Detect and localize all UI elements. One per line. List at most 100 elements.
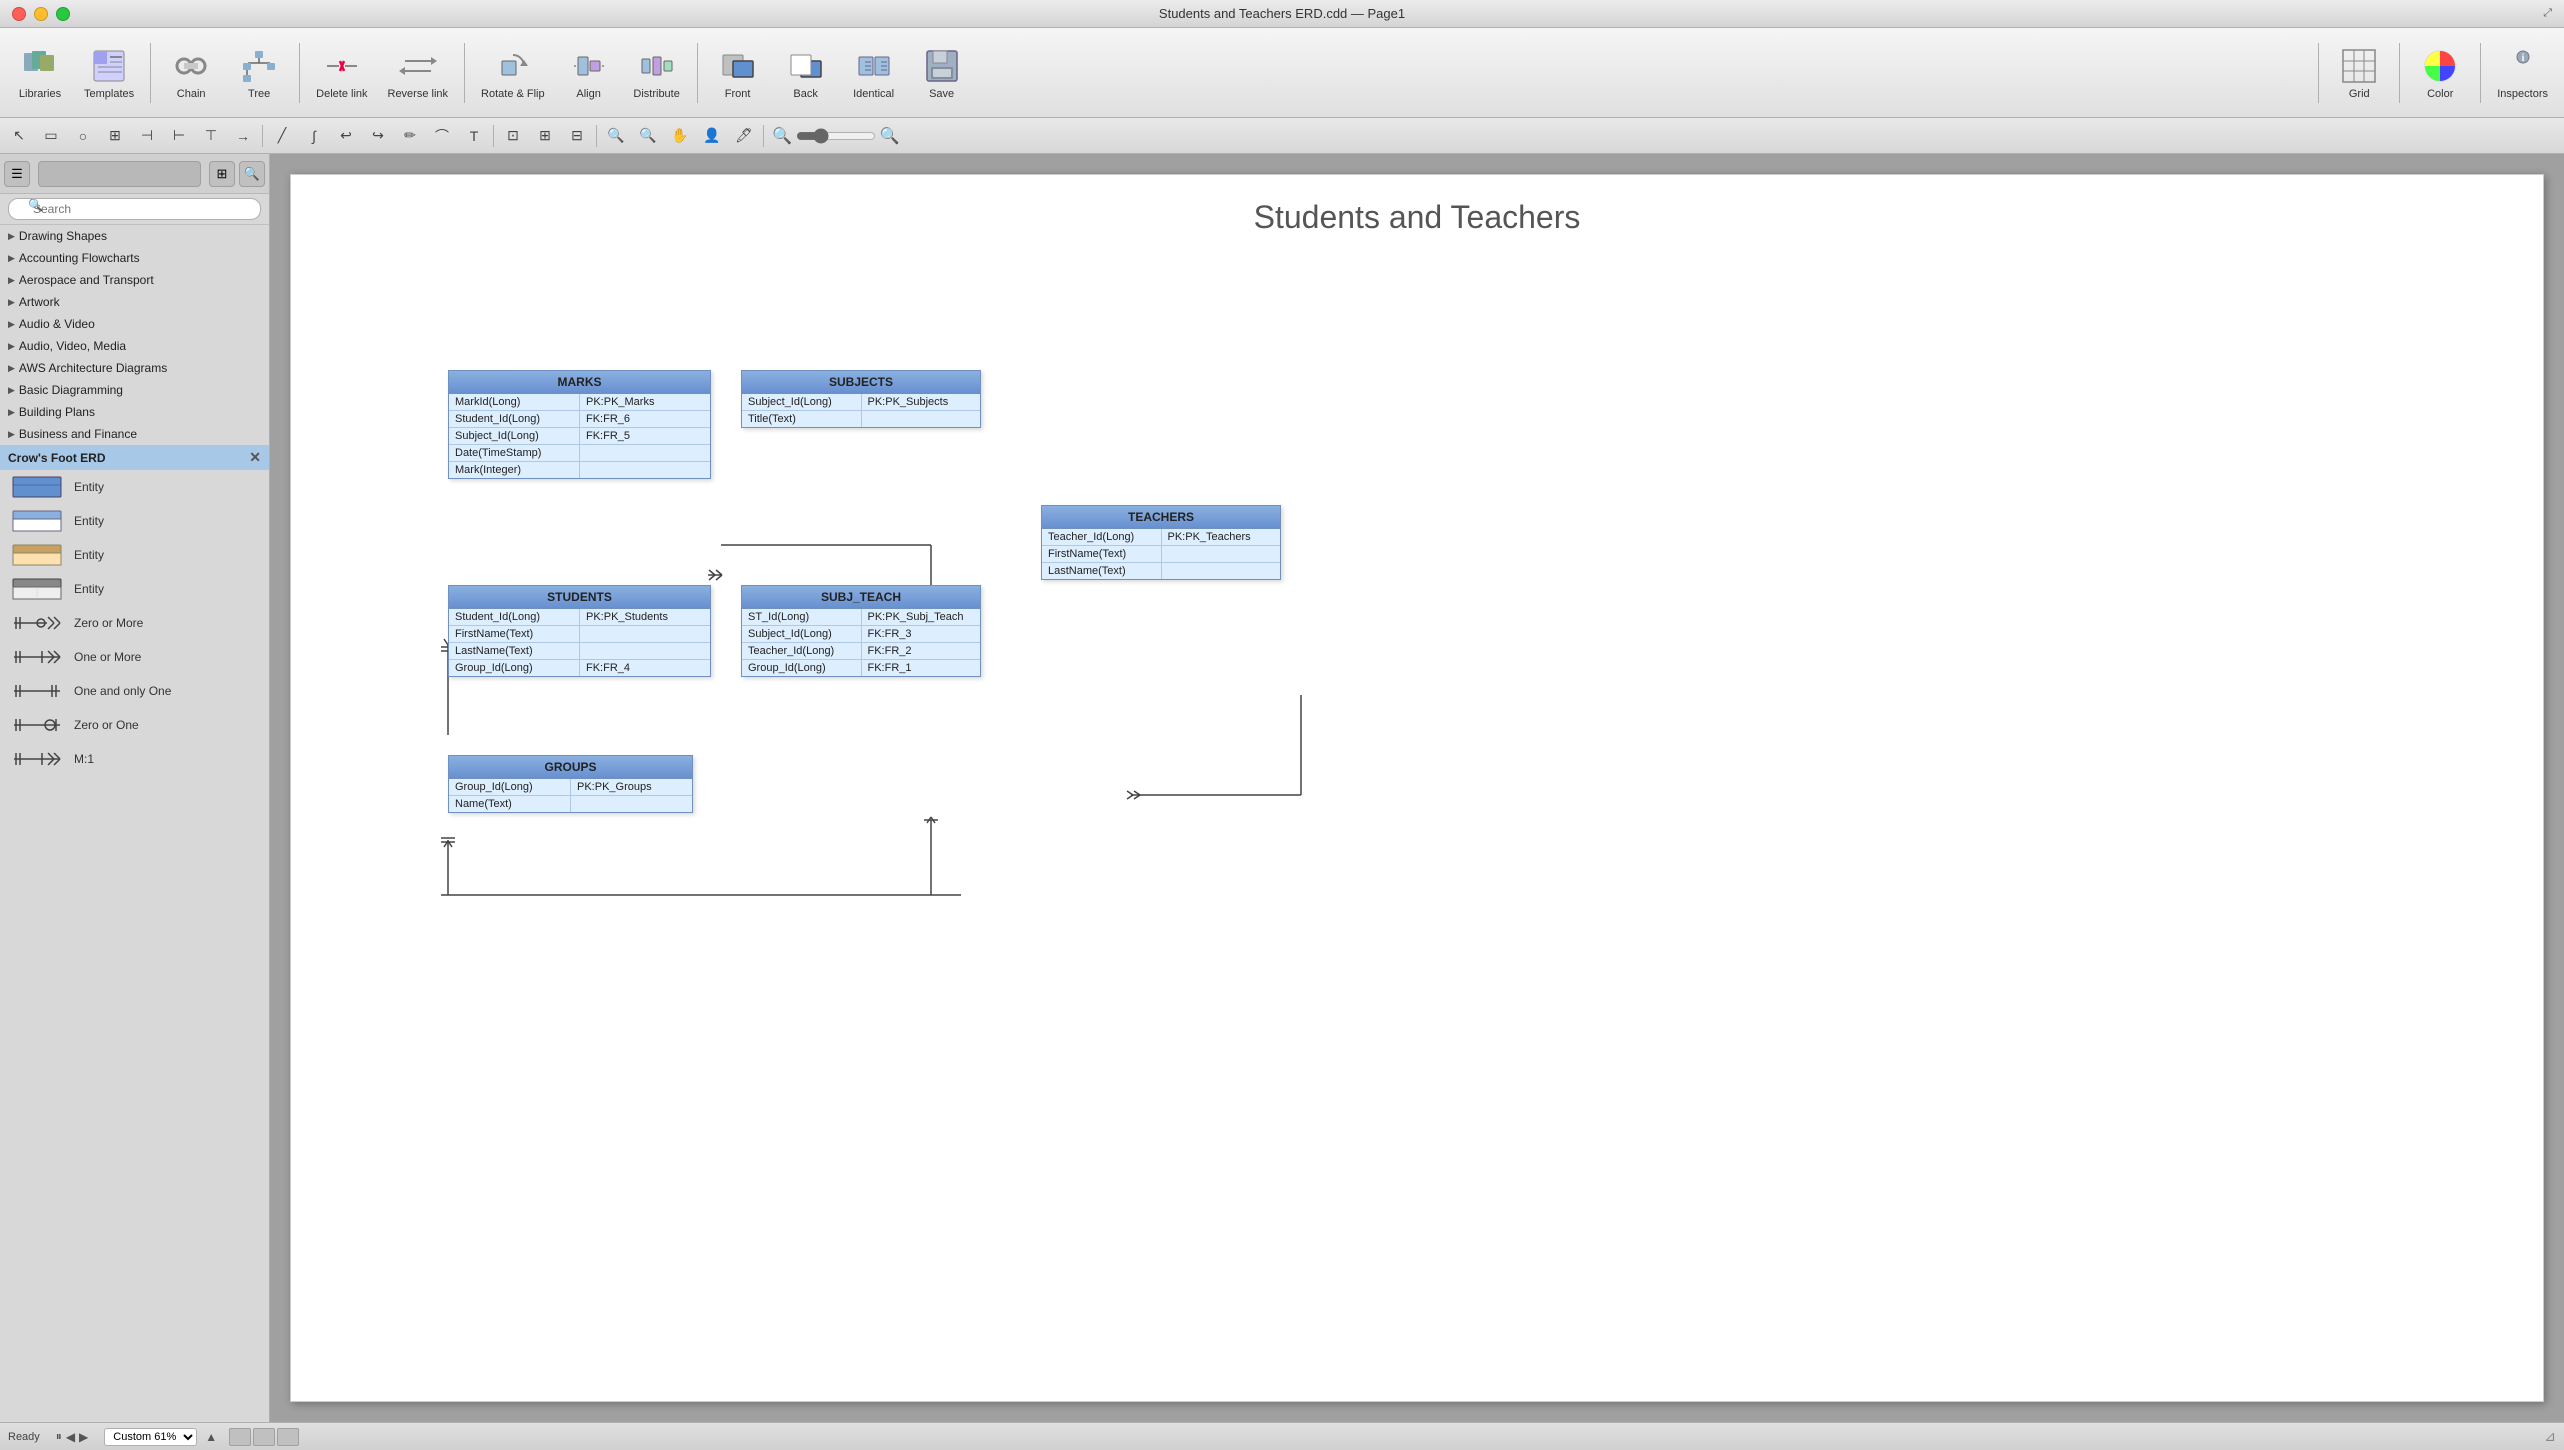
shape-item-entity4[interactable]: Entity: [0, 572, 269, 606]
teachers-table[interactable]: TEACHERS Teacher_Id(Long) PK:PK_Teachers…: [1041, 505, 1281, 580]
students-table[interactable]: STUDENTS Student_Id(Long) PK:PK_Students…: [448, 585, 711, 677]
line-tool[interactable]: ╱: [267, 122, 297, 150]
marks-table[interactable]: MARKS MarkId(Long) PK:PK_Marks Student_I…: [448, 370, 711, 479]
groups-table[interactable]: GROUPS Group_Id(Long) PK:PK_Groups Name(…: [448, 755, 693, 813]
pencil-tool[interactable]: ✏: [395, 122, 425, 150]
shape-item-one-and-only-one[interactable]: One and only One: [0, 674, 269, 708]
sidebar-item-aerospace-transport[interactable]: ▶ Aerospace and Transport: [0, 269, 269, 291]
flow-connect-tool[interactable]: ⊤: [196, 122, 226, 150]
subj-teach-table[interactable]: SUBJ_TEACH ST_Id(Long) PK:PK_Subj_Teach …: [741, 585, 981, 677]
save-button[interactable]: Save: [910, 33, 974, 113]
user-tool[interactable]: 👤: [697, 122, 727, 150]
cell: FirstName(Text): [1042, 546, 1162, 562]
sidebar-item-audio-video[interactable]: ▶ Audio & Video: [0, 313, 269, 335]
search-input[interactable]: [8, 198, 261, 220]
sidebar-item-business-finance[interactable]: ▶ Business and Finance: [0, 423, 269, 445]
toolbar-sep-2: [299, 43, 300, 103]
zoom-slider[interactable]: [796, 128, 876, 144]
front-button[interactable]: Front: [706, 33, 770, 113]
resize-tool[interactable]: ⊡: [498, 122, 528, 150]
shape-item-zero-or-more[interactable]: Zero or More: [0, 606, 269, 640]
search-icon: 🔍: [28, 198, 43, 212]
shape-item-zero-or-one[interactable]: Zero or One: [0, 708, 269, 742]
arrow-tool[interactable]: →: [228, 122, 258, 150]
view-btn-3[interactable]: [277, 1428, 299, 1446]
distribute-button[interactable]: Distribute: [625, 33, 689, 113]
inspectors-button[interactable]: i Inspectors: [2489, 33, 2556, 113]
sidebar-search-btn[interactable]: 🔍: [239, 161, 265, 187]
align-button[interactable]: Align: [557, 33, 621, 113]
resize-handle[interactable]: ⊿: [2544, 1428, 2556, 1445]
cell: Name(Text): [449, 796, 571, 812]
delete-link-button[interactable]: Delete link: [308, 33, 375, 113]
cell: PK:PK_Subj_Teach: [862, 609, 981, 625]
sidebar-item-aws[interactable]: ▶ AWS Architecture Diagrams: [0, 357, 269, 379]
sidebar-list-btn[interactable]: ☰: [4, 161, 30, 187]
zoom-out-icon[interactable]: 🔍: [772, 126, 792, 146]
connect-tool[interactable]: ⊣: [132, 122, 162, 150]
reverse-link-label: Reverse link: [388, 88, 449, 100]
sidebar-item-building-plans[interactable]: ▶ Building Plans: [0, 401, 269, 423]
grid-icon: [2339, 46, 2379, 86]
sidebar-item-drawing-shapes[interactable]: ▶ Drawing Shapes: [0, 225, 269, 247]
sidebar-item-audio-video-media[interactable]: ▶ Audio, Video, Media: [0, 335, 269, 357]
table-row: Mark(Integer): [449, 462, 710, 478]
back-button[interactable]: Back: [774, 33, 838, 113]
rotate-flip-button[interactable]: Rotate & Flip: [473, 33, 553, 113]
cell: [580, 626, 710, 642]
templates-button[interactable]: Templates: [76, 33, 142, 113]
tree-button[interactable]: Tree: [227, 33, 291, 113]
curve-tool[interactable]: ∫: [299, 122, 329, 150]
poly-tool[interactable]: ⌒: [427, 122, 457, 150]
select-tool[interactable]: ↖: [4, 122, 34, 150]
back-label: Back: [793, 88, 817, 100]
sidebar-item-artwork[interactable]: ▶ Artwork: [0, 291, 269, 313]
minimize-button[interactable]: [34, 7, 48, 21]
zoom-dropdown-btn[interactable]: ▲: [205, 1430, 217, 1444]
color-button[interactable]: Color: [2408, 33, 2472, 113]
undo-tool[interactable]: ↩: [331, 122, 361, 150]
view-btn-2[interactable]: [253, 1428, 275, 1446]
clip-tool[interactable]: ⊟: [562, 122, 592, 150]
shape-item-m1[interactable]: M:1: [0, 742, 269, 776]
shape-item-entity2[interactable]: Entity: [0, 504, 269, 538]
maximize-button[interactable]: [56, 7, 70, 21]
close-subcategory-button[interactable]: ✕: [249, 449, 261, 466]
sidebar-item-basic-diagramming[interactable]: ▶ Basic Diagramming: [0, 379, 269, 401]
identical-button[interactable]: Identical: [842, 33, 906, 113]
delete-link-icon: [322, 46, 362, 86]
identical-label: Identical: [853, 88, 894, 100]
pan-tool[interactable]: ✋: [665, 122, 695, 150]
chain-button[interactable]: Chain: [159, 33, 223, 113]
zoom-select[interactable]: Custom 61% 50% 75% 100% 150% 200%: [104, 1428, 197, 1446]
zero-or-one-preview: [12, 711, 62, 739]
table-tool[interactable]: ⊞: [100, 122, 130, 150]
text-tool[interactable]: T: [459, 122, 489, 150]
pen-tool[interactable]: 🖊: [729, 122, 759, 150]
canvas-area[interactable]: Students and Teachers: [270, 154, 2564, 1422]
redo-tool[interactable]: ↪: [363, 122, 393, 150]
grid-button[interactable]: Grid: [2327, 33, 2391, 113]
sidebar-grid-btn[interactable]: ⊞: [209, 161, 235, 187]
close-button[interactable]: [12, 7, 26, 21]
page-next-btn[interactable]: ▶: [79, 1430, 88, 1444]
view-btn-1[interactable]: [229, 1428, 251, 1446]
rect-tool[interactable]: ▭: [36, 122, 66, 150]
reverse-link-button[interactable]: Reverse link: [380, 33, 457, 113]
canvas[interactable]: Students and Teachers: [290, 174, 2544, 1402]
scale-tool[interactable]: ⊞: [530, 122, 560, 150]
zoom-tool[interactable]: 🔍: [633, 122, 663, 150]
zoom-in-icon[interactable]: 🔍: [880, 126, 900, 146]
zoom-out-btn-small[interactable]: 🔍: [601, 122, 631, 150]
shape-item-entity1[interactable]: Entity: [0, 470, 269, 504]
page-prev-btn[interactable]: ◀: [66, 1430, 75, 1444]
page-pause-btn[interactable]: ⏸: [56, 1429, 62, 1444]
expand-icon[interactable]: ⤢: [2543, 7, 2552, 20]
libraries-button[interactable]: Libraries: [8, 33, 72, 113]
shape-item-entity3[interactable]: Entity: [0, 538, 269, 572]
subjects-table[interactable]: SUBJECTS Subject_Id(Long) PK:PK_Subjects…: [741, 370, 981, 428]
smart-connect-tool[interactable]: ⊢: [164, 122, 194, 150]
sidebar-item-accounting-flowcharts[interactable]: ▶ Accounting Flowcharts: [0, 247, 269, 269]
circle-tool[interactable]: ○: [68, 122, 98, 150]
shape-item-one-or-more[interactable]: One or More: [0, 640, 269, 674]
